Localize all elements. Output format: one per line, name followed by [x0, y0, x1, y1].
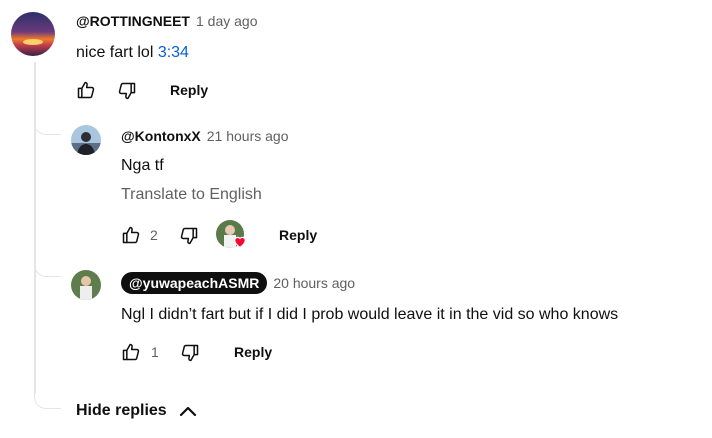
thumbs-down-icon[interactable] [180, 343, 200, 363]
avatar-kontonxx[interactable] [71, 125, 101, 155]
reply-button[interactable]: Reply [170, 82, 208, 98]
translate-button[interactable]: Translate to English [121, 186, 262, 204]
reply-1-time[interactable]: 21 hours ago [207, 128, 289, 144]
hide-replies-label: Hide replies [76, 402, 167, 419]
reply-2-time[interactable]: 20 hours ago [273, 275, 355, 291]
thumbs-up-icon[interactable] [121, 342, 141, 362]
reply-2-text: Ngl I didn’t fart but if I did I prob wo… [121, 306, 619, 323]
timestamp-link[interactable]: 3:34 [158, 44, 189, 61]
comment-header: @ROTTINGNEET 1 day ago [76, 13, 257, 31]
avatar-yuwapeachasmr[interactable] [71, 270, 101, 300]
thread-curve-2 [34, 258, 61, 277]
reply-button[interactable]: Reply [234, 344, 272, 360]
comment-text: nice fart lol 3:34 [76, 44, 189, 62]
chevron-up-icon [179, 405, 197, 417]
comment-body: nice fart lol [76, 44, 158, 61]
thread-curve-3 [34, 392, 61, 409]
reply-button[interactable]: Reply [279, 227, 317, 243]
reply-1-text: Nga tf [121, 157, 164, 174]
comment-time[interactable]: 1 day ago [196, 13, 258, 29]
thumbs-down-icon[interactable] [117, 81, 137, 101]
heart-icon [233, 235, 247, 248]
reply-1-like-count: 2 [150, 227, 158, 243]
hide-replies-button[interactable]: Hide replies [76, 402, 197, 420]
reply-2-like-count: 1 [151, 344, 159, 360]
avatar-rottingneet[interactable] [11, 12, 55, 56]
thumbs-down-icon[interactable] [179, 226, 199, 246]
thread-curve-1 [34, 116, 61, 135]
thumbs-up-icon[interactable] [76, 80, 96, 100]
creator-chip-author[interactable]: @yuwapeachASMR [121, 272, 268, 294]
reply-1-author[interactable]: @KontonxX [121, 128, 201, 144]
reply-1-header: @KontonxX 21 hours ago [121, 128, 289, 146]
comment-author[interactable]: @ROTTINGNEET [76, 13, 190, 29]
thread-line [34, 62, 36, 394]
reply-2-header: @yuwapeachASMR 20 hours ago [121, 272, 355, 294]
thumbs-up-icon[interactable] [121, 225, 141, 245]
